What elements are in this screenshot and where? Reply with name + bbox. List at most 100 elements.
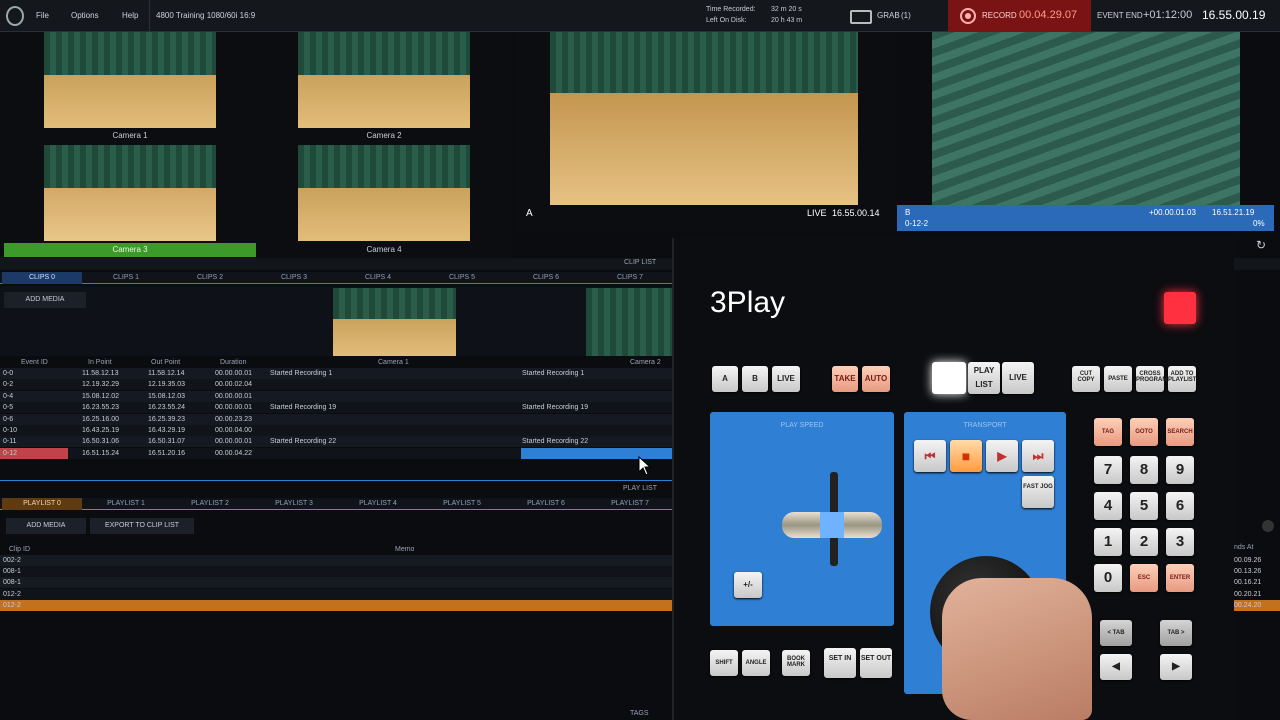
key-tab-back[interactable]: < TAB [1100,620,1132,646]
tab-playlist-1[interactable]: PLAYLIST 1 [86,498,166,510]
key-angle[interactable]: ANGLE [742,650,770,676]
clip-row[interactable]: 0-12 16.51.15.24 16.51.20.16 00.00.04.22 [0,447,672,459]
tab-clips-1[interactable]: CLIPS 1 [86,272,166,284]
stop-icon[interactable]: ■ [950,440,982,472]
clip-row[interactable]: 0-4 15.08.12.02 15.08.12.03 00.00.00.01 [0,390,672,402]
clip-cell-dur: 00.00.04.22 [215,449,252,457]
preview-b-label: B [905,208,911,217]
camera-3-view[interactable] [44,145,216,241]
preview-bar: B 0-12-2 +00.00.01.03 16.51.21.19 0% [897,205,1274,231]
playlist-row[interactable]: 012-2 [0,588,672,600]
tab-playlist-3[interactable]: PLAYLIST 3 [254,498,334,510]
tab-clips-0[interactable]: CLIPS 0 [2,272,82,284]
play-icon[interactable]: ▶ [986,440,1018,472]
tab-clips-2[interactable]: CLIPS 2 [170,272,250,284]
key-fast-jog[interactable]: FAST JOG [1022,476,1054,508]
refresh-icon[interactable]: ↻ [1256,238,1270,252]
playlist-row[interactable]: 012-2 [0,599,672,611]
key-0[interactable]: 0 [1094,564,1122,592]
playlist-row[interactable]: 008-1 [0,566,672,578]
clip-row[interactable]: 0-10 16.43.25.19 16.43.29.19 00.00.04.00 [0,425,672,436]
tab-clips-7[interactable]: CLIPS 7 [590,272,670,284]
export-to-clip-list-button[interactable]: EXPORT TO CLIP LIST [90,518,194,534]
key-shift[interactable]: SHIFT [710,650,738,676]
key-9[interactable]: 9 [1166,456,1194,484]
key-live-ab[interactable]: LIVE [772,366,800,392]
tab-playlist-4[interactable]: PLAYLIST 4 [338,498,418,510]
clip-cell-dur: 00.00.00.01 [215,392,252,400]
key-tag[interactable]: TAG [1094,418,1122,446]
key-tab-forward[interactable]: TAB > [1160,620,1192,646]
key-8[interactable]: 8 [1130,456,1158,484]
clip-cell-cam1: Started Recording 19 [270,404,337,412]
tab-clips-3[interactable]: CLIPS 3 [254,272,334,284]
key-cut-copy[interactable]: CUT COPY [1072,366,1100,392]
key-paste[interactable]: PASTE [1104,366,1132,392]
clip-thumb-camera-2[interactable] [586,288,672,356]
menu-help[interactable]: Help [122,0,138,32]
key-set-out[interactable]: SET OUT [860,648,892,678]
key-set-in[interactable]: SET IN [824,648,856,678]
controller-record-key[interactable] [1164,292,1196,324]
program-video[interactable] [550,32,858,205]
arrow-left-icon[interactable]: ◀ [1100,654,1132,680]
clip-cell-dur: 00.00.02.04 [215,381,252,389]
key-add-to-playlist[interactable]: ADD TO PLAYLIST [1168,366,1196,392]
skip-back-icon[interactable]: ⏮ [914,440,946,472]
playlist-add-media-button[interactable]: ADD MEDIA [6,518,86,534]
playlist-row[interactable]: 002-2 [0,555,672,566]
key-6[interactable]: 6 [1166,492,1194,520]
key-play-lit[interactable] [932,362,966,394]
tab-playlist-7[interactable]: PLAYLIST 7 [590,498,670,510]
playlist-row[interactable]: 008-1 [0,577,672,589]
clip-row[interactable]: 0-2 12.19.32.29 12.19.35.03 00.00.02.04 [0,379,672,391]
key-enter[interactable]: ENTER [1166,564,1194,592]
clip-row[interactable]: 0-5 16.23.55.23 16.23.55.24 00.00.00.01 Star… [0,402,672,414]
scroll-indicator-icon[interactable] [1262,520,1274,532]
record-label[interactable]: RECORD [982,0,1017,32]
clip-thumb-camera-1[interactable] [333,288,456,356]
camera-1-view[interactable] [44,32,216,128]
preview-video[interactable] [932,32,1240,205]
tab-playlist-0[interactable]: PLAYLIST 0 [2,498,82,510]
tab-clips-6[interactable]: CLIPS 6 [506,272,586,284]
tab-clips-4[interactable]: CLIPS 4 [338,272,418,284]
add-media-button[interactable]: ADD MEDIA [4,292,86,308]
key-7[interactable]: 7 [1094,456,1122,484]
clip-row[interactable]: 0-0 11.58.12.13 11.58.12.14 00.00.00.01 Star… [0,368,672,379]
key-b[interactable]: B [742,366,768,392]
key-esc[interactable]: ESC [1130,564,1158,592]
play-speed-pad: PLAY SPEED +/- [710,412,894,626]
key-1[interactable]: 1 [1094,528,1122,556]
key-search[interactable]: SEARCH [1166,418,1194,446]
tab-playlist-2[interactable]: PLAYLIST 2 [170,498,250,510]
key-cross-program[interactable]: CROSS PROGRAM [1136,366,1167,392]
clip-row[interactable]: 0-11 16.50.31.06 16.50.31.07 00.00.00.01 Sta… [0,436,672,448]
key-auto[interactable]: AUTO [862,366,890,392]
tab-playlist-5[interactable]: PLAYLIST 5 [422,498,502,510]
record-icon[interactable] [960,8,976,24]
clip-tabs: CLIPS 0 CLIPS 1 CLIPS 2 CLIPS 3 CLIPS 4 … [0,272,672,284]
key-a[interactable]: A [712,366,738,392]
tab-clips-5[interactable]: CLIPS 5 [422,272,502,284]
menu-options[interactable]: Options [71,0,99,32]
grab-label[interactable]: GRAB [877,0,900,32]
arrow-right-icon[interactable]: ▶ [1160,654,1192,680]
key-2[interactable]: 2 [1130,528,1158,556]
key-goto[interactable]: GOTO [1130,418,1158,446]
key-3[interactable]: 3 [1166,528,1194,556]
menu-file[interactable]: File [36,0,49,32]
key-bookmark[interactable]: BOOK MARK [782,650,810,676]
tab-playlist-6[interactable]: PLAYLIST 6 [506,498,586,510]
key-take[interactable]: TAKE [832,366,858,392]
key-5[interactable]: 5 [1130,492,1158,520]
key-play-list[interactable]: PLAY LIST [968,362,1000,394]
clip-row[interactable]: 0-6 16.25.16.00 16.25.39.23 00.00.23.23 [0,413,672,425]
camera-2-view[interactable] [298,32,470,128]
skip-forward-icon[interactable]: ⏭ [1022,440,1054,472]
key-live[interactable]: LIVE [1002,362,1034,394]
key-plus-minus[interactable]: +/- [734,572,762,598]
camera-4-view[interactable] [298,145,470,241]
key-4[interactable]: 4 [1094,492,1122,520]
camera-grab-icon[interactable] [850,10,872,24]
